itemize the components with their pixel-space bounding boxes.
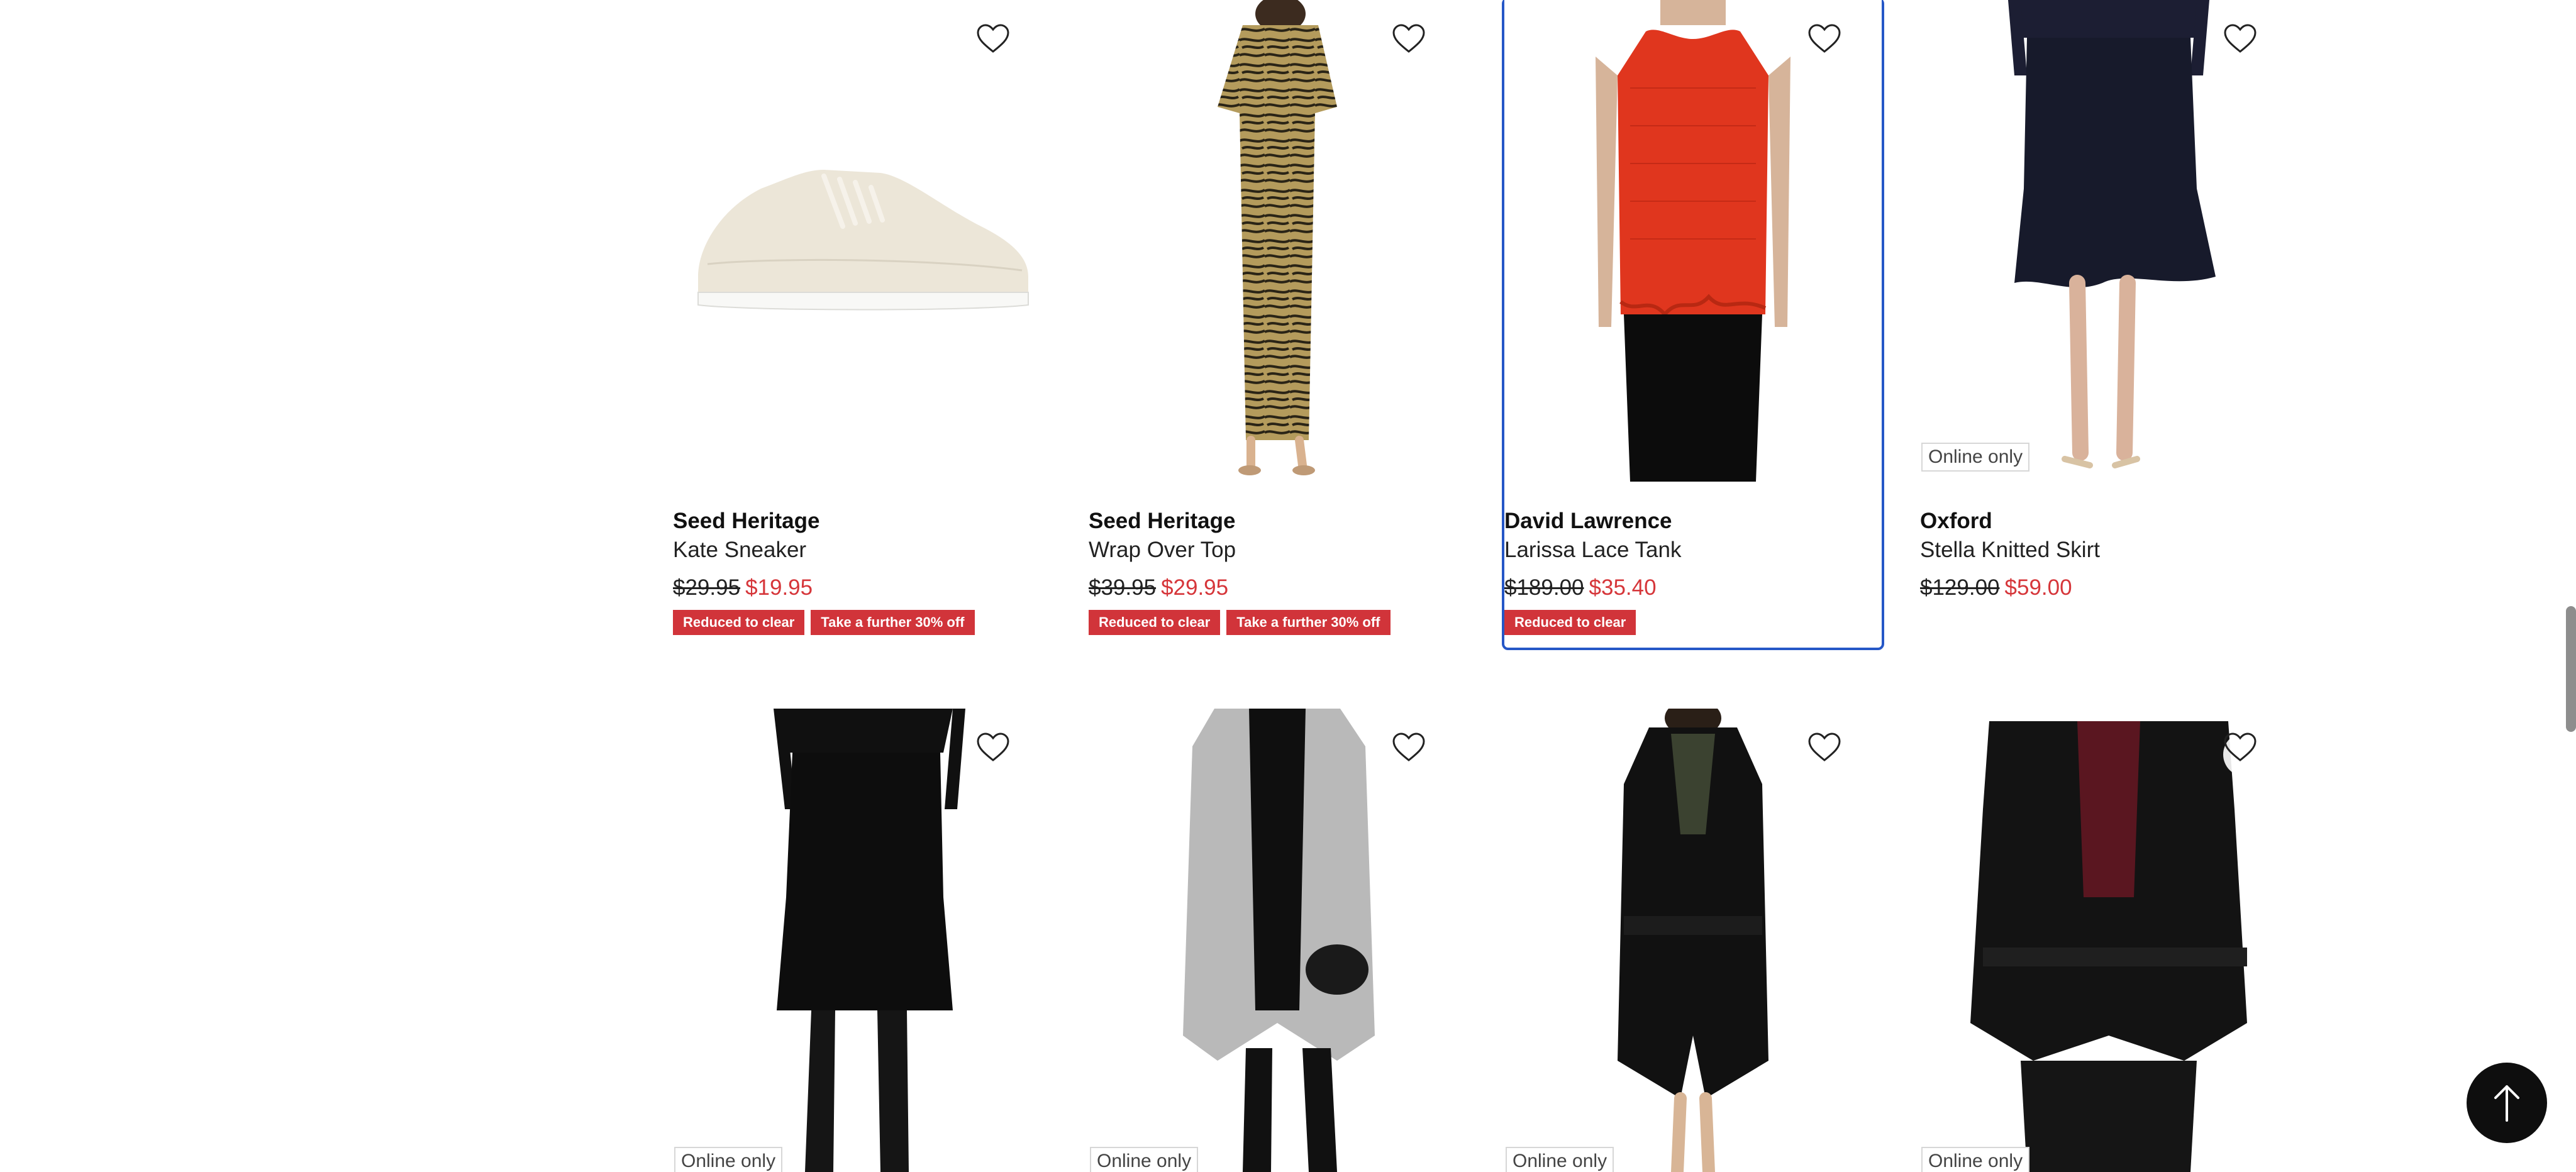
reduced-badge: Reduced to clear [673, 610, 805, 636]
price-row: $189.00 $35.40 [1504, 573, 1882, 602]
black-jacket-image [1970, 721, 2247, 1172]
heart-outline-icon [1392, 24, 1425, 53]
price-row: $29.95 $19.95 [673, 573, 1050, 602]
wishlist-button[interactable] [1392, 732, 1436, 777]
product-image[interactable]: Online only [1920, 709, 2297, 1172]
arrow-up-icon [2494, 1085, 2519, 1122]
sale-price: $29.95 [1161, 575, 1229, 600]
black-wrap-coat-image [1618, 709, 1768, 1172]
online-only-badge: Online only [1506, 1147, 1614, 1172]
sale-price: $59.00 [2004, 575, 2072, 600]
product-image[interactable]: Online only [1089, 709, 1466, 1172]
product-brand[interactable]: Seed Heritage [673, 507, 1050, 536]
product-card[interactable]: Online only [1920, 709, 2297, 1172]
product-image[interactable]: Online only [1920, 0, 2297, 482]
online-only-badge: Online only [1090, 1147, 1199, 1172]
product-grid-page: Seed Heritage Kate Sneaker $29.95 $19.95 … [0, 0, 2576, 1172]
product-image[interactable] [673, 0, 1050, 482]
sneaker-image [697, 170, 1029, 311]
sale-price: $19.95 [745, 575, 813, 600]
product-brand[interactable]: Seed Heritage [1089, 507, 1466, 536]
product-image[interactable]: Online only [1504, 709, 1882, 1172]
wishlist-button[interactable] [976, 732, 1020, 777]
scrollbar[interactable] [2566, 606, 2576, 732]
wishlist-button[interactable] [976, 24, 1020, 68]
original-price: $129.00 [1920, 575, 2000, 600]
product-card[interactable]: Online only [1089, 709, 1466, 1172]
product-image[interactable] [1089, 0, 1466, 482]
product-card[interactable]: Online only Oxford Stella Knitted Skirt … [1920, 0, 2297, 602]
heart-outline-icon [977, 24, 1009, 53]
heart-outline-icon [1808, 732, 1841, 761]
back-to-top-button[interactable] [2467, 1063, 2547, 1143]
product-brand[interactable]: Oxford [1920, 507, 2297, 536]
product-card[interactable]: Online only [1504, 709, 1882, 1172]
product-name[interactable]: Kate Sneaker [673, 536, 1050, 565]
product-name[interactable]: Wrap Over Top [1089, 536, 1466, 565]
wrap-dress-image [1218, 0, 1337, 475]
wishlist-button[interactable] [2223, 24, 2267, 68]
wishlist-button[interactable] [1807, 732, 1852, 777]
sale-price: $35.40 [1589, 575, 1657, 600]
product-card[interactable]: Seed Heritage Wrap Over Top $39.95 $29.95… [1089, 0, 1466, 636]
wishlist-button[interactable] [1807, 24, 1852, 68]
wishlist-button[interactable] [2223, 732, 2267, 777]
price-row: $129.00 $59.00 [1920, 573, 2297, 602]
product-card[interactable]: Seed Heritage Kate Sneaker $29.95 $19.95 … [673, 0, 1050, 636]
price-row: $39.95 $29.95 [1089, 573, 1466, 602]
product-name[interactable]: Stella Knitted Skirt [1920, 536, 2297, 565]
online-only-badge: Online only [674, 1147, 783, 1172]
grey-coat-image [1183, 709, 1375, 1172]
heart-outline-icon [1808, 24, 1841, 53]
original-price: $189.00 [1504, 575, 1584, 600]
heart-outline-icon [2224, 732, 2257, 761]
wishlist-button[interactable] [1392, 24, 1436, 68]
product-image[interactable] [1504, 0, 1882, 482]
promo-badges: Reduced to clear Take a further 30% off [1089, 610, 1466, 636]
lace-tank-image [1596, 0, 1790, 482]
reduced-badge: Reduced to clear [1089, 610, 1221, 636]
black-knit-skirt-image [774, 709, 965, 1172]
product-image[interactable]: Online only [673, 709, 1050, 1172]
promo-badges: Reduced to clear Take a further 30% off [673, 610, 1050, 636]
product-name[interactable]: Larissa Lace Tank [1504, 536, 1882, 565]
further-off-badge: Take a further 30% off [811, 610, 975, 636]
original-price: $39.95 [1089, 575, 1157, 600]
product-brand[interactable]: David Lawrence [1504, 507, 1882, 536]
knitted-skirt-image [2008, 0, 2216, 468]
original-price: $29.95 [673, 575, 741, 600]
promo-badges: Reduced to clear [1504, 610, 1882, 636]
heart-outline-icon [977, 732, 1009, 761]
product-card[interactable]: Online only [673, 709, 1050, 1172]
heart-outline-icon [1392, 732, 1425, 761]
reduced-badge: Reduced to clear [1504, 610, 1636, 636]
further-off-badge: Take a further 30% off [1226, 610, 1391, 636]
online-only-badge: Online only [1921, 443, 2030, 472]
online-only-badge: Online only [1921, 1147, 2030, 1172]
heart-outline-icon [2224, 24, 2257, 53]
product-card[interactable]: David Lawrence Larissa Lace Tank $189.00… [1502, 0, 1884, 650]
